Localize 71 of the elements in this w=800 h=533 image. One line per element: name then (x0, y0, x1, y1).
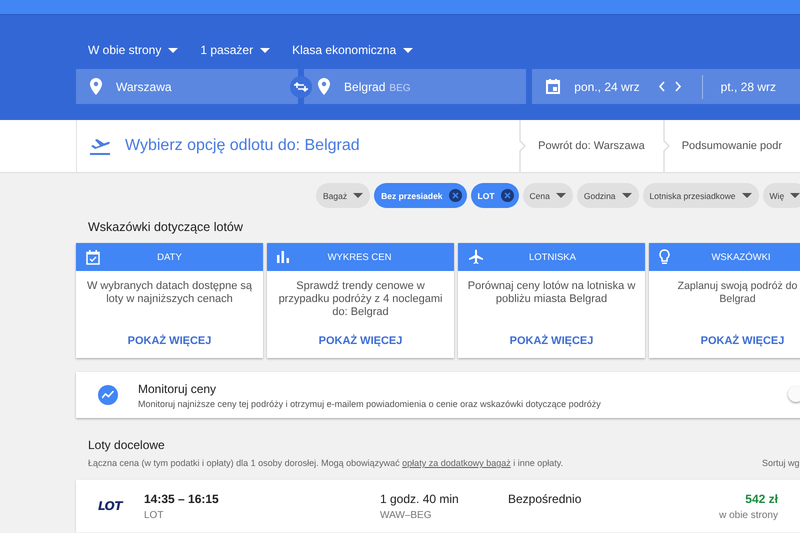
price-tracking-description: Monitoruj najniższe ceny tej podróży i otrzymuj e-mailem powiadomienia o cenie oraz wskazówki dotyczące podróży (138, 398, 601, 408)
filter-chip[interactable]: Wię (762, 183, 800, 208)
filter-chip[interactable]: Lotniska przesiadkowe (642, 183, 759, 208)
clear-icon[interactable] (500, 189, 514, 202)
calendar-icon (546, 79, 560, 94)
show-more-button[interactable]: POKAŻ WIĘCEJ (122, 334, 218, 348)
price-tracking-title: Monitoruj ceny (138, 382, 218, 396)
price-type: w obie strony (719, 510, 778, 521)
flight-route: WAW–BEG (380, 510, 432, 521)
lightbulb-icon (659, 249, 670, 265)
dropdown-button[interactable]: 1 pasażer (200, 43, 270, 57)
airline-name: LOT (144, 510, 164, 521)
date-field[interactable]: pon., 24 wrz pt., 28 wrz (532, 69, 800, 104)
caret-icon (742, 193, 752, 198)
card-text: Zaplanuj swoją podróż do Belgrad (676, 279, 798, 307)
location-pin-icon (90, 78, 102, 95)
swap-icon (294, 80, 308, 92)
destination-field[interactable]: Belgrad BEG (304, 69, 526, 104)
results-heading: Loty docelowe (88, 438, 166, 452)
caret-icon (790, 193, 800, 198)
chevron-right-icon[interactable] (674, 81, 682, 92)
filter-chip[interactable]: Cena (522, 183, 573, 208)
flight-price: 542 zł (744, 492, 778, 506)
location-pin-icon (318, 78, 330, 95)
filter-chip[interactable]: LOT (470, 183, 519, 208)
return-date: pt., 28 wrz (720, 80, 776, 94)
caret-icon (260, 48, 270, 52)
price-note: Łączna cena (w tym podatki i opłaty) dla 1 osoby dorosłej. Mogą obowiązywać opłaty za dodatkowy bagaż i inne opłaty. (88, 458, 564, 468)
dropdown-button[interactable]: Klasa ekonomiczna (292, 43, 414, 57)
caret-icon (556, 193, 566, 198)
card-title: DATY (156, 252, 183, 262)
flight-stops: Bezpośrednio (508, 492, 582, 506)
trend-icon (98, 385, 118, 405)
step-tab[interactable]: Powrót do: Warszawa (526, 120, 663, 172)
step-tab[interactable]: Podsumowanie podr (670, 120, 800, 172)
plane-takeoff-icon (89, 137, 111, 155)
flight-times: 14:35 – 16:15 (144, 492, 220, 506)
airline-logo: LOT (98, 499, 122, 513)
origin-text: Warszawa (116, 80, 172, 94)
airport-code: BEG (389, 82, 411, 94)
bar-chart-icon (277, 251, 289, 263)
card-title: LOTNISKA (528, 252, 577, 262)
card-text: Sprawdź trendy cenowe w przypadku podróży z 4 noclegami do: Belgrad (278, 279, 444, 320)
filter-chip[interactable]: Bagaż (316, 183, 370, 208)
flight-duration: 1 godz. 40 min (380, 492, 460, 506)
card-title: WYKRES CEN (326, 252, 392, 262)
clear-icon[interactable] (448, 189, 462, 202)
dropdown-button[interactable]: W obie strony (88, 43, 178, 57)
origin-field[interactable]: Warszawa (76, 69, 298, 104)
card-text: Porównaj ceny lotów na lotniska w pobliżu miasta Belgrad (466, 279, 636, 307)
chevron-left-icon[interactable] (658, 81, 665, 92)
caret-icon (403, 48, 414, 52)
show-more-button[interactable]: POKAŻ WIĘCEJ (694, 334, 790, 348)
filter-chip[interactable]: Godzina (576, 183, 639, 208)
sort-label[interactable]: Sortuj wg: (762, 458, 800, 468)
card-title: WSKAZÓWKI (710, 252, 772, 262)
caret-icon (168, 48, 178, 52)
section-heading: Wskazówki dotyczące lotów (88, 220, 244, 236)
show-more-button[interactable]: POKAŻ WIĘCEJ (504, 334, 600, 348)
show-more-button[interactable]: POKAŻ WIĘCEJ (312, 334, 408, 348)
caret-icon (622, 193, 632, 198)
calendar-check-icon (86, 250, 100, 264)
step-tab[interactable]: Wybierz opcję odlotu do: Belgrad (77, 120, 520, 172)
flight-row[interactable]: LOT 14:35 – 16:15 LOT 1 godz. 40 min WAW–BEG Bezpośrednio 542 zł w obie strony (76, 480, 800, 532)
filter-chip[interactable]: Bez przesiadek (374, 183, 467, 208)
card-text: W wybranych datach dostępne są loty w najniższych cenach (86, 279, 254, 307)
airplane-icon (468, 249, 484, 265)
baggage-fees-link[interactable]: opłaty za dodatkowy bagaż (402, 458, 511, 468)
destination-text: Belgrad BEG (344, 80, 411, 94)
departure-date: pon., 24 wrz (574, 80, 640, 94)
caret-icon (353, 193, 364, 198)
